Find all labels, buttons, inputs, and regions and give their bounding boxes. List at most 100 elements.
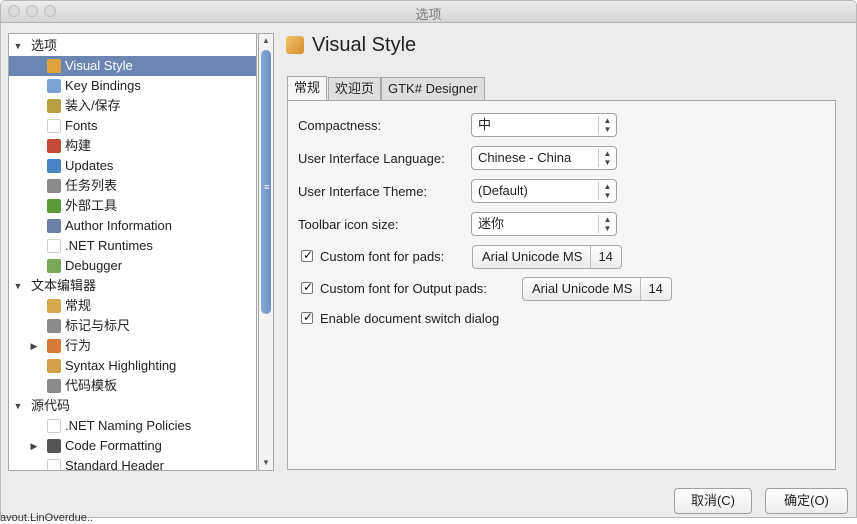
tree-item-label: Code Formatting bbox=[65, 438, 162, 453]
tree-item-label: 装入/保存 bbox=[65, 98, 121, 113]
tree-item[interactable]: 常规 bbox=[9, 296, 256, 316]
pads-font-name: Arial Unicode MS bbox=[473, 246, 592, 268]
custom-font-output-checkbox[interactable]: ✓ bbox=[301, 280, 313, 294]
list-icon bbox=[47, 179, 61, 193]
language-select[interactable]: Chinese - China ▲ ▼ bbox=[471, 146, 617, 170]
ruler-icon bbox=[47, 319, 61, 333]
panel-title: Visual Style bbox=[312, 34, 417, 56]
compactness-label: Compactness: bbox=[298, 118, 382, 133]
language-value: Chinese - China bbox=[478, 150, 572, 165]
tree-scrollbar[interactable]: ▲ ≡ ▼ bbox=[258, 33, 274, 471]
scroll-down-icon[interactable]: ▼ bbox=[259, 456, 273, 470]
checkmark-icon: ✓ bbox=[303, 248, 314, 262]
tree-item[interactable]: ▼ 源代码 bbox=[9, 396, 256, 416]
globe-icon bbox=[47, 159, 61, 173]
blank-icon bbox=[47, 459, 61, 470]
palette-icon bbox=[47, 59, 61, 73]
tree-item[interactable]: 代码模板 bbox=[9, 376, 256, 396]
tree-item[interactable]: 标记与标尺 bbox=[9, 316, 256, 336]
pads-font-button[interactable]: Arial Unicode MS 14 bbox=[472, 245, 622, 269]
expand-right-icon[interactable]: ▶ bbox=[29, 436, 39, 456]
blank-icon bbox=[47, 119, 61, 133]
tab-welcome-page[interactable]: 欢迎页 bbox=[328, 77, 382, 101]
tree-item-label: 文本编辑器 bbox=[31, 278, 97, 293]
theme-select[interactable]: (Default) ▲ ▼ bbox=[471, 179, 617, 203]
output-font-size: 14 bbox=[648, 281, 663, 296]
disk-icon bbox=[47, 99, 61, 113]
grip-icon: ≡ bbox=[264, 182, 270, 192]
tree-item-label: Standard Header bbox=[65, 458, 165, 471]
doc-switch-checkbox[interactable]: ✓ bbox=[301, 310, 314, 324]
title-bar[interactable]: 选项 bbox=[1, 1, 856, 23]
expand-right-icon[interactable]: ▶ bbox=[29, 336, 39, 356]
tree-item[interactable]: 构建 bbox=[9, 136, 256, 156]
tree-item-label: Updates bbox=[65, 158, 114, 173]
tree-item[interactable]: 装入/保存 bbox=[9, 96, 256, 116]
tree-item-label: 任务列表 bbox=[65, 178, 118, 193]
tree-item-label: 标记与标尺 bbox=[65, 318, 131, 333]
tree-item[interactable]: Debugger bbox=[9, 256, 256, 276]
tree-item[interactable]: Key Bindings bbox=[9, 76, 256, 96]
tab-general[interactable]: 常规 bbox=[287, 76, 328, 102]
tree-item-label: Debugger bbox=[65, 258, 123, 273]
tree-item-label: .NET Runtimes bbox=[65, 238, 153, 253]
tree-item[interactable]: Updates bbox=[9, 156, 256, 176]
tree-item[interactable]: ▶ 行为 bbox=[9, 336, 256, 356]
tree-item[interactable]: ▼ 选项 bbox=[9, 36, 256, 56]
tree-item[interactable]: Syntax Highlighting bbox=[9, 356, 256, 376]
tab-gtk-designer[interactable]: GTK# Designer bbox=[381, 77, 485, 101]
tree-item-label: Syntax Highlighting bbox=[65, 358, 177, 373]
tab-content: Compactness: 中 ▲ ▼ User Interface Languag… bbox=[287, 100, 836, 470]
custom-font-output-row[interactable]: ✓ Custom font for Output pads: bbox=[301, 277, 487, 301]
scroll-up-icon[interactable]: ▲ bbox=[259, 34, 273, 48]
tree-item[interactable]: Standard Header bbox=[9, 456, 256, 471]
output-font-button[interactable]: Arial Unicode MS 14 bbox=[522, 277, 672, 301]
keyboard-icon bbox=[47, 79, 61, 93]
tree-item[interactable]: ▼ 文本编辑器 bbox=[9, 276, 256, 296]
doc-switch-label: Enable document switch dialog bbox=[320, 311, 500, 326]
options-dialog: 选项 ▼ 选项 Visual Style Key Bindings 装入/保存 Fonts… bbox=[0, 0, 857, 518]
pads-font-size: 14 bbox=[598, 249, 613, 264]
updown-icon: ▲ ▼ bbox=[598, 116, 616, 134]
tree-item[interactable]: Visual Style bbox=[9, 56, 256, 76]
checkmark-icon: ✓ bbox=[303, 310, 314, 324]
tree-item-label: Key Bindings bbox=[65, 78, 141, 93]
tree-item[interactable]: 任务列表 bbox=[9, 176, 256, 196]
expand-down-icon[interactable]: ▼ bbox=[13, 396, 23, 416]
tree-item[interactable]: .NET Runtimes bbox=[9, 236, 256, 256]
scroll-thumb[interactable]: ≡ bbox=[261, 50, 271, 314]
options-tree: ▼ 选项 Visual Style Key Bindings 装入/保存 Fonts 构建 U… bbox=[8, 33, 257, 471]
custom-font-pads-checkbox[interactable]: ✓ bbox=[301, 248, 314, 262]
tree-item[interactable]: ▶ Code Formatting bbox=[9, 436, 256, 456]
tree-item[interactable]: Author Information bbox=[9, 216, 256, 236]
doc-switch-row[interactable]: ✓ Enable document switch dialog bbox=[301, 307, 499, 331]
behavior-icon bbox=[47, 339, 61, 353]
expand-down-icon[interactable]: ▼ bbox=[13, 36, 23, 56]
tree-item[interactable]: Fonts bbox=[9, 116, 256, 136]
highlight-icon bbox=[47, 359, 61, 373]
toolbar-icon-size-label: Toolbar icon size: bbox=[298, 217, 399, 232]
custom-font-pads-label: Custom font for pads: bbox=[320, 249, 445, 264]
background-text: avout.LinOverdue.. bbox=[0, 512, 93, 524]
cancel-button[interactable]: 取消(C) bbox=[674, 488, 752, 514]
palette-icon bbox=[286, 36, 304, 54]
toolbar-icon-size-select[interactable]: 迷你 ▲ ▼ bbox=[471, 212, 617, 236]
tree-item[interactable]: 外部工具 bbox=[9, 196, 256, 216]
tree-item-label: 外部工具 bbox=[65, 198, 118, 213]
tree-item-label: 行为 bbox=[65, 338, 92, 353]
template-icon bbox=[47, 379, 61, 393]
format-icon bbox=[47, 439, 61, 453]
updown-icon: ▲ ▼ bbox=[598, 182, 616, 200]
build-icon bbox=[47, 139, 61, 153]
theme-value: (Default) bbox=[478, 183, 528, 198]
background-window-strip: avout.LinOverdue.. bbox=[0, 512, 857, 524]
language-label: User Interface Language: bbox=[298, 151, 445, 166]
expand-down-icon[interactable]: ▼ bbox=[13, 276, 23, 296]
person-icon bbox=[47, 219, 61, 233]
bug-icon bbox=[47, 259, 61, 273]
tree-item-label: Visual Style bbox=[65, 58, 133, 73]
tree-item[interactable]: .NET Naming Policies bbox=[9, 416, 256, 436]
custom-font-pads-row[interactable]: ✓ Custom font for pads: bbox=[301, 245, 444, 269]
ok-button[interactable]: 确定(O) bbox=[765, 488, 848, 514]
compactness-select[interactable]: 中 ▲ ▼ bbox=[471, 113, 617, 137]
